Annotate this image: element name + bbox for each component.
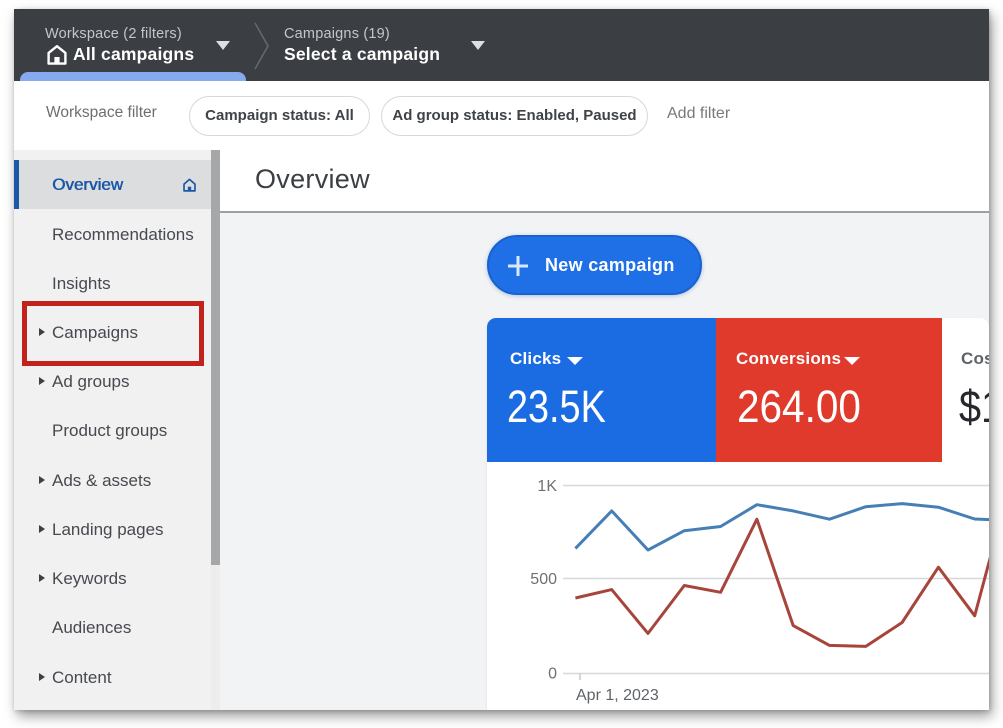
- svg-text:500: 500: [530, 571, 557, 588]
- svg-text:Apr 1, 2023: Apr 1, 2023: [576, 687, 659, 704]
- svg-text:0: 0: [548, 666, 557, 683]
- svg-text:1K: 1K: [537, 478, 557, 495]
